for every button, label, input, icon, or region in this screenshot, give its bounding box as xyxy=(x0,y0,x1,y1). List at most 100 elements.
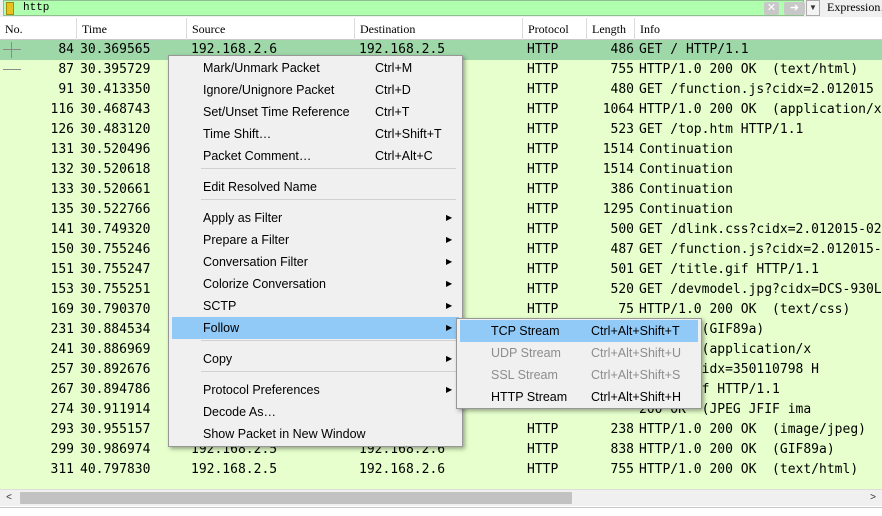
cell-no: 257 xyxy=(50,362,74,377)
clear-filter-icon[interactable]: ✕ xyxy=(764,2,779,15)
menu-item-label: Set/Unset Time Reference xyxy=(203,105,350,119)
expression-button[interactable]: Expression… xyxy=(823,0,882,16)
submenu-arrow-icon: ▶ xyxy=(446,257,453,266)
submenu-arrow-icon: ▶ xyxy=(446,213,453,222)
menu-item-label: Apply as Filter xyxy=(203,211,283,225)
display-filter-field[interactable]: ✕ ➜ xyxy=(3,0,805,16)
menu-item-label: Prepare a Filter xyxy=(203,233,290,247)
column-header-no[interactable]: No. xyxy=(0,18,77,40)
menu-item-sctp[interactable]: SCTP ▶ xyxy=(172,295,459,317)
menu-item-time-shift[interactable]: Time Shift… Ctrl+Shift+T xyxy=(172,123,459,145)
cell-info: HTTP/1.0 200 OK (text/html) xyxy=(639,62,859,77)
menu-item-shortcut: Ctrl+D xyxy=(375,83,411,97)
scroll-left-arrow-icon[interactable]: < xyxy=(2,491,16,505)
menu-item-prepare-a-filter[interactable]: Prepare a Filter ▶ xyxy=(172,229,459,251)
menu-item-copy[interactable]: Copy ▶ xyxy=(172,348,459,370)
table-row[interactable]: 311 40.797830 192.168.2.5 192.168.2.6 HTTP 75… xyxy=(0,460,882,480)
cell-length: 75 xyxy=(618,302,634,317)
display-filter-input[interactable] xyxy=(23,1,753,15)
submenu-arrow-icon: ▶ xyxy=(446,279,453,288)
menu-item-packet-comment[interactable]: Packet Comment… Ctrl+Alt+C xyxy=(172,145,459,167)
submenu-item-shortcut: Ctrl+Alt+Shift+H xyxy=(591,390,681,404)
submenu-item-label: TCP Stream xyxy=(491,324,560,338)
menu-item-edit-resolved-name[interactable]: Edit Resolved Name xyxy=(172,176,459,198)
cell-protocol: HTTP xyxy=(527,82,559,97)
menu-item-ignore-unignore-packet[interactable]: Ignore/Unignore Packet Ctrl+D xyxy=(172,79,459,101)
cell-no: 131 xyxy=(50,142,74,157)
column-header-protocol[interactable]: Protocol xyxy=(523,18,587,40)
scroll-thumb[interactable] xyxy=(20,492,572,504)
menu-item-follow[interactable]: Follow ▶ xyxy=(172,317,459,339)
filter-history-dropdown[interactable]: ▼ xyxy=(806,0,820,16)
cell-info: Continuation xyxy=(639,142,733,157)
cell-info: Continuation xyxy=(639,162,733,177)
apply-filter-icon[interactable]: ➜ xyxy=(784,2,805,15)
column-header-source[interactable]: Source xyxy=(187,18,355,40)
horizontal-scrollbar[interactable]: < > xyxy=(0,489,882,506)
cell-length: 486 xyxy=(610,42,634,57)
column-header-destination[interactable]: Destination xyxy=(355,18,523,40)
bookmark-icon[interactable] xyxy=(6,2,14,15)
menu-item-label: Copy xyxy=(203,352,233,366)
submenu-item-label: HTTP Stream xyxy=(491,390,568,404)
cell-info: GET /top.htm HTTP/1.1 xyxy=(639,122,804,137)
menu-item-apply-as-filter[interactable]: Apply as Filter ▶ xyxy=(172,207,459,229)
cell-length: 501 xyxy=(610,262,634,277)
menu-item-colorize-conversation[interactable]: Colorize Conversation ▶ xyxy=(172,273,459,295)
cell-length: 487 xyxy=(610,242,634,257)
cell-protocol: HTTP xyxy=(527,422,559,437)
menu-item-shortcut: Ctrl+Alt+C xyxy=(375,149,433,163)
cell-info: GET /title.gif HTTP/1.1 xyxy=(639,262,820,277)
cell-no: 116 xyxy=(50,102,74,117)
cell-info: HTTP/1.0 200 OK (GIF89a) xyxy=(639,442,835,457)
menu-separator xyxy=(201,371,456,372)
column-header-length[interactable]: Length xyxy=(587,18,635,40)
menu-item-mark-unmark-packet[interactable]: Mark/Unmark Packet Ctrl+M xyxy=(172,57,459,79)
submenu-arrow-icon: ▶ xyxy=(446,385,453,394)
menu-separator xyxy=(201,340,456,341)
cell-no: 293 xyxy=(50,422,74,437)
menu-item-conversation-filter[interactable]: Conversation Filter ▶ xyxy=(172,251,459,273)
cell-protocol: HTTP xyxy=(527,122,559,137)
menu-separator xyxy=(201,199,456,200)
menu-item-shortcut: Ctrl+M xyxy=(375,61,413,75)
cell-length: 520 xyxy=(610,282,634,297)
menu-item-label: Ignore/Unignore Packet xyxy=(203,83,335,97)
cell-protocol: HTTP xyxy=(527,202,559,217)
menu-item-label: Follow xyxy=(203,321,240,335)
cell-info: GET /function.js?cidx=2.012015- xyxy=(639,242,882,257)
submenu-arrow-icon: ▶ xyxy=(446,323,453,332)
cell-no: 132 xyxy=(50,162,74,177)
column-header-time[interactable]: Time xyxy=(77,18,187,40)
cell-no: 231 xyxy=(50,322,74,337)
cell-info: GET /devmodel.jpg?cidx=DCS-930L xyxy=(639,282,882,297)
display-filter-toolbar: ✕ ➜ ▼ Expression… xyxy=(0,0,882,17)
menu-item-protocol-preferences[interactable]: Protocol Preferences ▶ xyxy=(172,379,459,401)
cell-info: Continuation xyxy=(639,182,733,197)
cell-no: 151 xyxy=(50,262,74,277)
menu-item-shortcut: Ctrl+T xyxy=(375,105,410,119)
cell-info: Continuation xyxy=(639,202,733,217)
cell-length: 755 xyxy=(610,462,634,477)
menu-item-set-time-reference[interactable]: Set/Unset Time Reference Ctrl+T xyxy=(172,101,459,123)
packet-context-menu: Mark/Unmark Packet Ctrl+M Ignore/Unignore … xyxy=(168,55,463,447)
scroll-right-arrow-icon[interactable]: > xyxy=(866,491,880,505)
menu-item-label: Mark/Unmark Packet xyxy=(203,61,320,75)
cell-no: 141 xyxy=(50,222,74,237)
menu-item-decode-as[interactable]: Decode As… xyxy=(172,401,459,423)
menu-item-show-packet-in-new-window[interactable]: Show Packet in New Window xyxy=(172,423,459,445)
cell-protocol: HTTP xyxy=(527,222,559,237)
cell-length: 1295 xyxy=(602,202,634,217)
cell-no: 311 xyxy=(50,462,74,477)
cell-length: 1514 xyxy=(602,162,634,177)
submenu-item-tcp-stream[interactable]: TCP Stream Ctrl+Alt+Shift+T xyxy=(460,320,698,342)
cell-protocol: HTTP xyxy=(527,102,559,117)
cell-protocol: HTTP xyxy=(527,242,559,257)
cell-length: 238 xyxy=(610,422,634,437)
cell-protocol: HTTP xyxy=(527,442,559,457)
submenu-arrow-icon: ▶ xyxy=(446,235,453,244)
follow-submenu: TCP Stream Ctrl+Alt+Shift+T UDP Stream Ctrl… xyxy=(456,318,702,409)
cell-no: 241 xyxy=(50,342,74,357)
column-header-info[interactable]: Info xyxy=(635,18,882,40)
submenu-item-http-stream[interactable]: HTTP Stream Ctrl+Alt+Shift+H xyxy=(460,386,698,408)
